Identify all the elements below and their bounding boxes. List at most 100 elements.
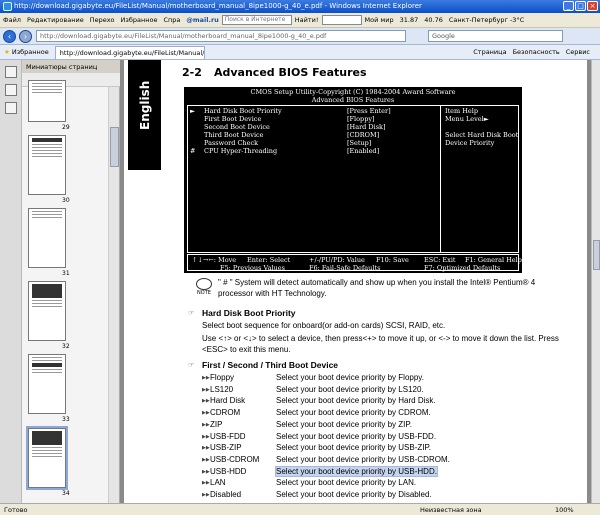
bios-help-text: Device Priority (445, 139, 495, 147)
boot-device-description: Select your boot device priority by USB-… (276, 443, 432, 453)
note-icon: NOTE (194, 278, 214, 296)
favorites-star-icon[interactable]: ★ (4, 48, 10, 56)
menu-go[interactable]: Перехо (87, 16, 118, 24)
thumbnail-sidebar: Миниатюры страниц 29 30 31 32 33 34 (0, 60, 120, 503)
ie-icon (3, 2, 12, 11)
bios-key-prev: F5: Previous Values (220, 264, 285, 272)
boot-device-name: USB-FDD (210, 431, 246, 441)
sidebar-scrollbar[interactable] (108, 87, 119, 503)
bios-row-label: Password Check (204, 139, 259, 147)
bios-header: CMOS Setup Utility-Copyright (C) 1984-20… (250, 88, 456, 96)
thumbnail-number: 34 (62, 490, 70, 497)
language-tab: English (128, 60, 161, 170)
boot-device-description: Select your boot device priority by LAN. (276, 478, 417, 488)
menu-help[interactable]: Спра (160, 16, 183, 24)
status-bar: Готово Неизвестная зона 100% (0, 503, 600, 515)
double-arrow-icon: ▶▶ (202, 433, 210, 440)
zoom-level[interactable]: 100% (555, 506, 574, 514)
currency-usd: 31.87 (399, 16, 419, 24)
mail-ru-logo[interactable]: @mail.ru (183, 16, 221, 24)
weather-widget[interactable]: Санкт-Петербург -3°C (446, 16, 527, 24)
address-bar: ‹ › http://download.gigabyte.eu/FileList… (0, 28, 600, 45)
bios-row-value: [Setup] (347, 139, 372, 147)
tab-active[interactable]: http://download.gigabyte.eu/FileList/Man… (54, 45, 205, 59)
bios-key-move: ↑↓→←: Move (192, 256, 237, 264)
mail-search-input[interactable]: Поиск в Интернете (221, 15, 292, 25)
thumbnail-number: 32 (62, 343, 70, 350)
bios-row-label: Third Boot Device (204, 131, 264, 139)
url-input[interactable]: http://download.gigabyte.eu/FileList/Man… (36, 30, 406, 42)
boot-device-name: Disabled (210, 490, 242, 499)
double-arrow-icon: ▶▶ (202, 386, 210, 393)
bios-row-value: [CDROM] (347, 131, 380, 139)
page-menu[interactable]: Страница (473, 48, 506, 56)
menu-favorites[interactable]: Избранное (118, 16, 161, 24)
security-zone: Неизвестная зона (420, 506, 482, 514)
maximize-button[interactable]: □ (575, 1, 586, 11)
boot-device-name: USB-CDROM (210, 454, 260, 464)
boot-device-name: Hard Disk (210, 396, 246, 406)
document-viewport[interactable]: English 2-2 Advanced BIOS Features CMOS … (120, 60, 591, 503)
bios-key-value: +/-/PU/PD: Value (309, 256, 365, 264)
double-arrow-icon: ▶▶ (202, 480, 210, 487)
thumbnail-page-current[interactable] (26, 426, 68, 490)
attachment-icon[interactable] (5, 84, 17, 96)
bios-subheader: Advanced BIOS Features (311, 96, 395, 104)
thumbnail-page[interactable] (28, 135, 66, 195)
bios-row-value: [Hard Disk] (347, 123, 386, 131)
bios-screenshot: CMOS Setup Utility-Copyright (C) 1984-20… (184, 87, 522, 273)
minimize-button[interactable]: _ (563, 1, 574, 11)
status-text: Готово (4, 506, 28, 514)
menu-bar: Файл Редактирование Перехо Избранное Спр… (0, 13, 600, 28)
forward-button[interactable]: › (19, 29, 32, 43)
bios-row-label: Hard Disk Boot Priority (204, 107, 282, 115)
bios-row-prefix: ► (190, 107, 195, 115)
boot-device-description: Select your boot device priority by CDRO… (276, 408, 431, 418)
language-tab-label: English (138, 80, 152, 130)
bios-key-save: F10: Save (376, 256, 409, 264)
thumbnail-page[interactable] (28, 80, 66, 122)
boot-device-name: LAN (210, 478, 226, 488)
note-text: " # " System will detect automatically a… (218, 278, 536, 287)
safety-menu[interactable]: Безопасность (513, 48, 560, 56)
close-button[interactable]: × (587, 1, 598, 11)
thumbnail-page[interactable] (28, 354, 66, 414)
bios-row-prefix: # (190, 147, 196, 155)
double-arrow-icon: ▶▶ (202, 375, 210, 381)
search-engine-input[interactable]: Google (428, 30, 563, 42)
my-world-link[interactable]: Мой мир (362, 16, 397, 24)
bookmarks-icon[interactable] (5, 102, 17, 114)
thumbnail-number: 33 (62, 416, 70, 423)
title-bar: http://download.gigabyte.eu/FileList/Man… (0, 0, 600, 13)
double-arrow-icon: ▶▶ (202, 456, 210, 463)
boot-device-name: Floppy (210, 373, 235, 382)
boot-device-description: Select your boot device priority by Flop… (276, 373, 424, 382)
bios-row-value: [Press Enter] (347, 107, 391, 115)
section-number: 2-2 (182, 66, 202, 79)
double-arrow-icon: ▶▶ (202, 410, 210, 417)
pages-icon[interactable] (5, 66, 17, 78)
boot-device-description: Select your boot device priority by USB-… (276, 454, 450, 464)
boot-device-description: Select your boot device priority by Hard… (276, 396, 436, 406)
bios-help-text: Select Hard Disk Boot (445, 131, 519, 139)
tools-menu[interactable]: Сервис (566, 48, 590, 56)
double-arrow-icon: ▶▶ (202, 398, 210, 405)
double-arrow-icon: ▶▶ (202, 468, 210, 475)
find-button[interactable]: Найти! (292, 16, 322, 24)
menu-file[interactable]: Файл (0, 16, 24, 24)
tab-bar: ★ Избранное http://download.gigabyte.eu/… (0, 45, 600, 60)
hdd-priority-text: <ESC> to exit this menu. (202, 345, 291, 354)
boot-device-description: Select your boot device priority by USB-… (275, 465, 438, 477)
thumbnail-page[interactable] (28, 208, 66, 268)
bios-key-help: F1: General Help (465, 256, 522, 264)
thumbnail-page[interactable] (28, 281, 66, 341)
double-arrow-icon: ▶▶ (202, 492, 210, 498)
bios-row-value: [Floppy] (347, 115, 375, 123)
back-button[interactable]: ‹ (3, 29, 16, 43)
thumbnail-number: 30 (62, 197, 70, 204)
menu-edit[interactable]: Редактирование (24, 16, 87, 24)
boot-device-description: Select your boot device priority by LS12… (276, 384, 424, 394)
document-scrollbar[interactable] (591, 60, 600, 503)
boot-device-name: ZIP (210, 419, 223, 429)
favorites-button[interactable]: Избранное (12, 48, 49, 56)
